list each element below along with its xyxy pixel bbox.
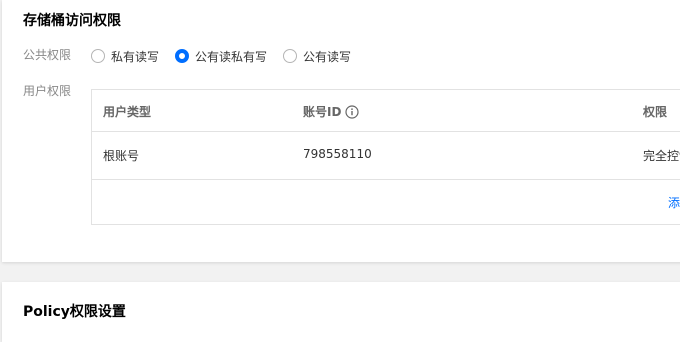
radio-label: 公有读写 [303,49,352,64]
radio-public-read-private-write[interactable]: 公有读私有写 [175,48,267,65]
add-user-link[interactable]: 添 [668,194,680,211]
info-icon[interactable] [345,105,360,119]
public-permission-radio-group: 私有读写 公有读私有写 公有读写 [91,46,367,66]
bucket-access-card: 存储桶访问权限 公共权限 私有读写 公有读私有写 公有读写 用户权限 用户类型 … [2,0,680,262]
user-permission-label: 用户权限 [23,84,72,98]
radio-label: 公有读私有写 [195,49,268,64]
cell-account-id: 798558110 [303,147,372,161]
radio-private-read-write[interactable]: 私有读写 [91,48,159,65]
radio-unchecked-icon[interactable] [283,49,298,63]
column-header-account-id-text: 账号ID [303,105,342,119]
radio-label: 私有读写 [111,49,160,64]
radio-public-read-write[interactable]: 公有读写 [283,48,351,65]
cell-permission: 完全控制 [643,149,680,163]
cell-user-type: 根账号 [103,149,140,163]
table-row: 根账号 798558110 完全控制 [92,131,680,180]
table-header-row: 用户类型 账号ID 权限 [92,90,680,132]
radio-unchecked-icon[interactable] [91,49,105,63]
column-header-permission: 权限 [643,105,668,119]
policy-title: Policy权限设置 [23,304,126,320]
bucket-access-title: 存储桶访问权限 [23,13,121,29]
policy-card: Policy权限设置 [2,282,680,342]
column-header-user-type: 用户类型 [103,105,152,119]
column-header-account-id: 账号ID [303,103,360,120]
user-permission-table: 用户类型 账号ID 权限 根账号 798558110 完全控制 添 [91,89,680,225]
table-footer: 添 [92,179,680,224]
radio-checked-icon[interactable] [175,49,190,63]
public-permission-label: 公共权限 [23,48,72,62]
